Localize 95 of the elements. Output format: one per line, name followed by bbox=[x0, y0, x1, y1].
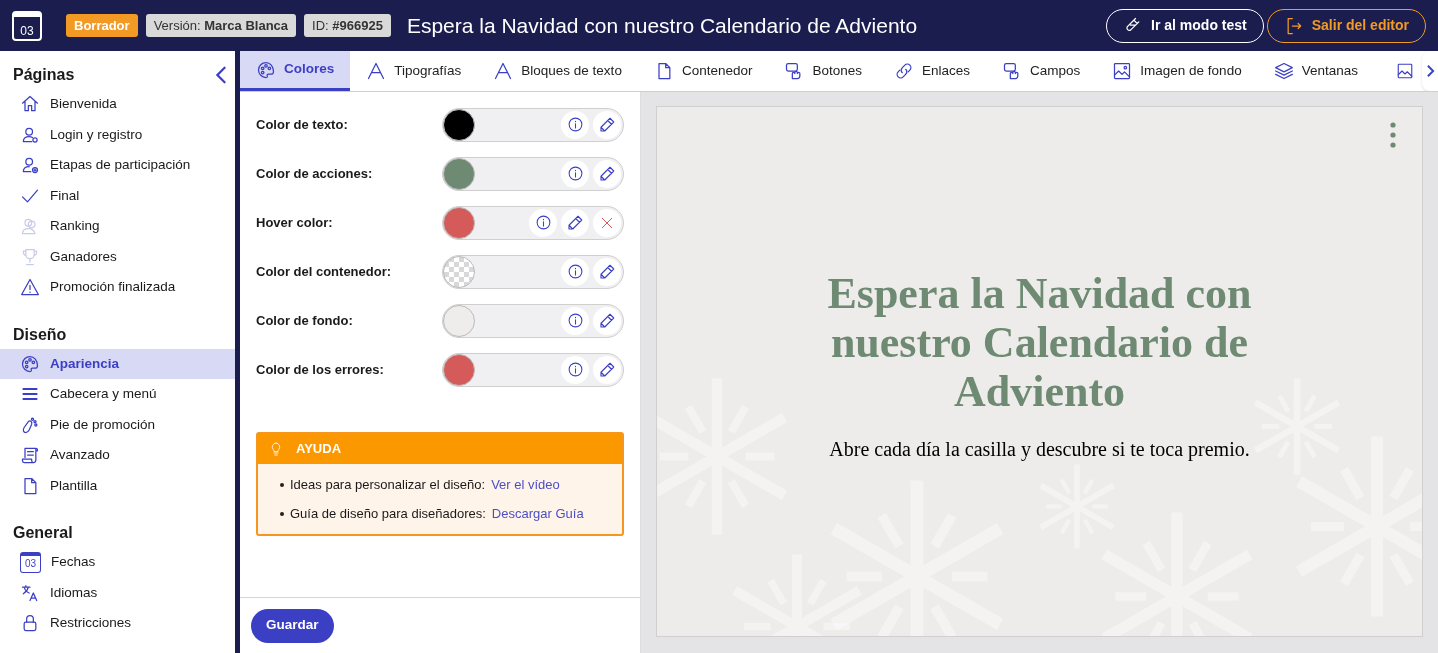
pencil-icon bbox=[566, 213, 584, 232]
info-button[interactable] bbox=[561, 306, 589, 335]
field-label: Color del contenedor: bbox=[256, 262, 393, 281]
chevron-right-icon bbox=[1425, 64, 1435, 78]
help-text: Ideas para personalizar el diseño: bbox=[290, 475, 486, 494]
field-label: Color de fondo: bbox=[256, 311, 354, 330]
color-swatch[interactable] bbox=[443, 108, 475, 141]
info-icon bbox=[566, 116, 584, 133]
layers-icon bbox=[1273, 61, 1294, 81]
letter-icon bbox=[493, 61, 514, 81]
info-button[interactable] bbox=[529, 208, 557, 237]
field-label: Color de acciones: bbox=[256, 164, 374, 183]
calendar-logo: 03 bbox=[12, 10, 42, 41]
field-label: Color de los errores: bbox=[256, 360, 385, 379]
color-picker[interactable] bbox=[442, 156, 624, 191]
section-heading: Diseño bbox=[13, 324, 67, 345]
sidebar-item[interactable]: Promoción finalizada bbox=[0, 272, 235, 303]
bullet bbox=[280, 482, 284, 487]
tab[interactable]: Botones bbox=[768, 51, 878, 91]
sidebar-item[interactable]: Final bbox=[0, 180, 235, 211]
color-picker[interactable] bbox=[442, 107, 624, 142]
color-picker[interactable] bbox=[442, 303, 624, 338]
tab[interactable]: Imagen de fondo bbox=[1096, 51, 1258, 91]
palette-icon bbox=[256, 59, 276, 80]
info-icon bbox=[566, 263, 584, 280]
color-picker[interactable] bbox=[442, 254, 624, 289]
sidebar-item[interactable]: Restricciones bbox=[0, 608, 235, 639]
field-label: Hover color: bbox=[256, 213, 334, 232]
edit-button[interactable] bbox=[593, 257, 621, 286]
color-swatch[interactable] bbox=[443, 206, 475, 239]
color-swatch[interactable] bbox=[443, 304, 475, 337]
image-icon bbox=[1112, 61, 1133, 81]
help-title: AYUDA bbox=[296, 440, 342, 459]
letter-icon bbox=[366, 61, 387, 81]
sidebar-item[interactable]: Apariencia bbox=[0, 348, 235, 379]
info-icon bbox=[566, 361, 584, 378]
help-text: Guía de diseño para diseñadores: bbox=[290, 504, 486, 523]
kebab-menu-icon[interactable] bbox=[1390, 122, 1396, 148]
info-button[interactable] bbox=[561, 257, 589, 286]
color-swatch[interactable] bbox=[443, 353, 475, 386]
pencil-icon bbox=[598, 262, 616, 281]
transparent-swatch[interactable] bbox=[443, 255, 475, 288]
sidebar-item[interactable]: Bienvenida bbox=[0, 89, 235, 120]
pencil-icon bbox=[598, 360, 616, 379]
tab[interactable]: Tipografías bbox=[350, 51, 478, 91]
pencil-icon bbox=[598, 164, 616, 183]
link-icon bbox=[894, 61, 914, 81]
color-picker[interactable] bbox=[442, 352, 624, 387]
edit-button[interactable] bbox=[561, 208, 589, 237]
edit-button[interactable] bbox=[593, 110, 621, 139]
tab[interactable]: Enlaces bbox=[878, 51, 987, 91]
info-icon bbox=[566, 312, 584, 329]
version-badge: Versión: Marca Blanca bbox=[145, 13, 297, 38]
sidebar-item[interactable]: Cabecera y menú bbox=[0, 379, 235, 410]
sidebar-item[interactable]: Plantilla bbox=[0, 470, 235, 501]
page-title: Espera la Navidad con nuestro Calendario de Adviento bbox=[406, 12, 919, 39]
sidebar-item[interactable]: Pie de promoción bbox=[0, 409, 235, 440]
help-link[interactable]: Ver el vídeo bbox=[491, 474, 560, 495]
color-swatch[interactable] bbox=[443, 157, 475, 190]
save-button[interactable]: Guardar bbox=[251, 608, 334, 643]
scroll-right-button[interactable] bbox=[1422, 51, 1438, 91]
bullet bbox=[280, 511, 284, 516]
edit-button[interactable] bbox=[593, 159, 621, 188]
hero-subtitle: Abre cada día la casilla y descubre si te toca premio. bbox=[828, 437, 1251, 463]
hero-title: Espera la Navidad con nuestro Calendario de Adviento bbox=[826, 269, 1253, 416]
status-badge: Borrador bbox=[66, 13, 138, 38]
pencil-icon bbox=[598, 115, 616, 134]
sidebar-item[interactable]: 03 Fechas bbox=[0, 547, 235, 578]
edit-button[interactable] bbox=[593, 306, 621, 335]
section-heading: Páginas bbox=[13, 65, 75, 85]
tab[interactable]: Ventanas bbox=[1257, 51, 1374, 91]
calendar-icon: 03 bbox=[20, 551, 41, 573]
help-link[interactable]: Descargar Guía bbox=[491, 503, 584, 524]
sidebar-item[interactable]: Avanzado bbox=[0, 440, 235, 471]
info-icon bbox=[566, 165, 584, 182]
tab[interactable]: Campos bbox=[986, 51, 1097, 91]
tab[interactable]: Contenedor bbox=[637, 51, 769, 91]
id-badge: ID: #966925 bbox=[304, 13, 391, 38]
clear-button[interactable] bbox=[593, 208, 621, 237]
collapse-icon[interactable] bbox=[215, 66, 227, 84]
edit-button[interactable] bbox=[593, 355, 621, 384]
pencil-icon bbox=[598, 311, 616, 330]
color-picker[interactable] bbox=[442, 205, 624, 240]
sidebar-item[interactable]: Login y registro bbox=[0, 119, 235, 150]
field-label: Color de texto: bbox=[256, 115, 349, 134]
info-button[interactable] bbox=[561, 110, 589, 139]
info-icon bbox=[534, 214, 552, 231]
section-heading: General bbox=[13, 523, 73, 543]
sidebar-item[interactable]: Etapas de participación bbox=[0, 150, 235, 181]
image-icon bbox=[1396, 62, 1414, 80]
info-button[interactable] bbox=[561, 159, 589, 188]
sidebar-item[interactable]: Idiomas bbox=[0, 577, 235, 608]
tab[interactable]: Bloques de texto bbox=[477, 51, 638, 91]
info-button[interactable] bbox=[561, 355, 589, 384]
tab[interactable]: Colores bbox=[240, 51, 351, 91]
